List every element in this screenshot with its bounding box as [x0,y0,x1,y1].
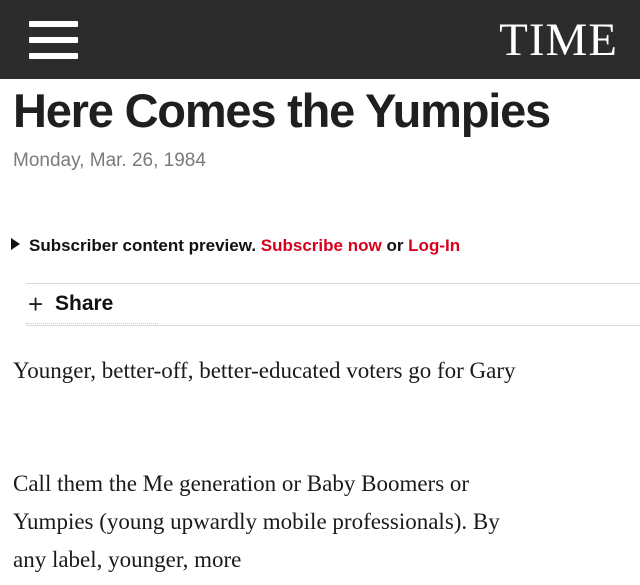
menu-bar-line [29,21,78,27]
time-logo[interactable]: TIME [499,12,618,68]
article-headline: Here Comes the Yumpies [13,84,551,137]
share-label: Share [55,292,114,315]
subscribe-now-link[interactable]: Subscribe now [261,236,382,255]
login-link[interactable]: Log-In [408,236,460,255]
plus-icon: + [28,289,44,319]
subscriber-notice: Subscriber content preview. Subscribe no… [11,236,460,256]
share-button[interactable]: + Share [26,289,158,324]
article-paragraph: Call them the Me generation or Baby Boom… [13,471,500,572]
article-date: Monday, Mar. 26, 1984 [13,150,206,171]
menu-bar-line [29,53,78,59]
top-nav-bar: TIME [0,0,640,79]
menu-bar-line [29,37,78,43]
divider [26,325,640,326]
subscriber-notice-lead: Subscriber content preview. [29,236,257,255]
hamburger-menu-icon[interactable] [29,21,78,59]
divider [26,283,640,284]
subscriber-notice-separator: or [386,236,404,255]
article-deck: Younger, better-off, better-educated vot… [13,358,516,383]
play-triangle-icon [11,238,20,250]
